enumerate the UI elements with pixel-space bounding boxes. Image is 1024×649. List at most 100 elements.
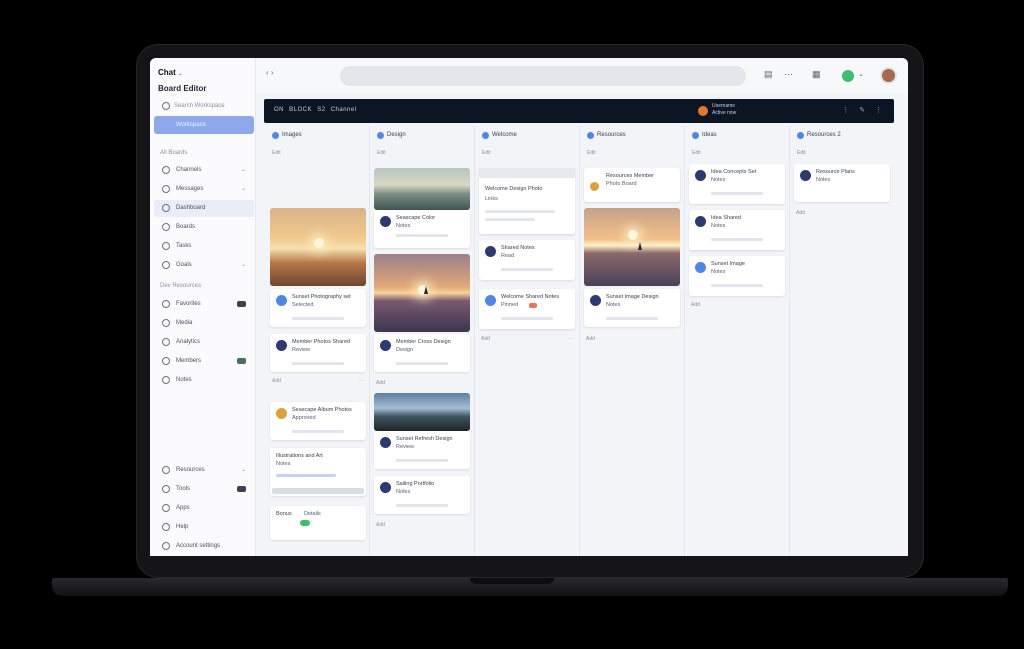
board-actions[interactable]: ⋮ ✎ ⋮	[842, 106, 886, 114]
card[interactable]: Illustrations and Art Notes	[270, 448, 366, 496]
add-link[interactable]: Add	[481, 336, 490, 342]
sidebar-item-label: Resources	[176, 467, 205, 473]
sidebar-item-channels[interactable]: Channels ⌄	[154, 162, 254, 179]
sidebar-item-dashboard[interactable]: Dashboard	[154, 200, 254, 217]
card[interactable]: Member Cross Design Design	[374, 334, 470, 372]
card-subtitle: Notes	[816, 177, 831, 183]
search-input[interactable]	[340, 66, 746, 86]
sidebar-item-messages[interactable]: Messages ⌄	[154, 181, 254, 198]
card[interactable]: Sailing Portfolio Notes	[374, 476, 470, 514]
user-avatar[interactable]	[698, 106, 708, 116]
progress-bar	[396, 459, 448, 462]
card-subtitle: Notes	[606, 302, 621, 308]
add-link[interactable]: Add	[272, 378, 281, 384]
more-icon[interactable]: ⋯	[784, 69, 793, 80]
progress-bar	[292, 430, 344, 433]
chevron-down-icon[interactable]: ⌄	[241, 181, 246, 198]
avatar[interactable]	[882, 69, 895, 82]
nav-arrows[interactable]: ‹ ›	[266, 68, 274, 77]
more-icon[interactable]: ⋯	[568, 336, 573, 342]
column-edit-link[interactable]: Edit	[482, 150, 491, 156]
sunset-photo[interactable]	[374, 254, 470, 332]
wrench-icon	[162, 485, 170, 493]
card[interactable]: Sunset Image Notes	[689, 256, 785, 296]
column-title: Ideas	[692, 132, 717, 139]
card[interactable]: Sunset Image Design Notes	[584, 289, 680, 327]
sidebar-item-goals[interactable]: Goals ⌄	[154, 257, 254, 274]
column-title: Resources	[587, 132, 626, 139]
sunset-photo[interactable]	[584, 208, 680, 286]
sidebar-item-apps[interactable]: Apps	[154, 500, 254, 517]
sidebar-item-favorites[interactable]: Favorites	[154, 296, 254, 313]
card-subtitle: Photo Board	[606, 181, 637, 187]
sidebar-item-media[interactable]: Media	[154, 315, 254, 332]
card[interactable]: Idea Concepts Set Notes	[689, 164, 785, 204]
laptop-scene: Chat ⌄ Board Editor Search Workspace Work…	[0, 0, 1024, 649]
sidebar-item-tasks[interactable]: Tasks	[154, 238, 254, 255]
sidebar-item-members[interactable]: Members	[154, 353, 254, 370]
more-icon[interactable]: ⋯	[358, 378, 363, 384]
count-badge	[237, 486, 246, 492]
sidebar-item-notes[interactable]: Notes	[154, 372, 254, 389]
board-column-images: Images Edit Sunset Photography set Select…	[266, 126, 370, 556]
sidebar: Chat ⌄ Board Editor Search Workspace Work…	[150, 58, 256, 556]
column-edit-link[interactable]: Edit	[587, 150, 596, 156]
column-edit-link[interactable]: Edit	[377, 150, 386, 156]
sidebar-item-account-settings[interactable]: Account settings	[154, 538, 254, 555]
card[interactable]: Sunset Refresh Design Review	[374, 431, 470, 469]
card-subtitle: Details	[304, 511, 321, 517]
sidebar-item-tools[interactable]: Tools	[154, 481, 254, 498]
card-subtitle: Selected	[292, 302, 314, 308]
user-info: Username Active now	[712, 103, 736, 117]
card[interactable]: Member Photos Shared Review	[270, 334, 366, 372]
card[interactable]: Idea Shared Notes	[689, 210, 785, 250]
chevron-down-icon[interactable]: ⌄	[241, 462, 246, 479]
add-link[interactable]: Add	[586, 336, 595, 342]
board-title-part: Channel	[330, 107, 357, 113]
column-edit-link[interactable]: Edit	[692, 150, 701, 156]
card[interactable]: Resources Member Photo Board	[584, 168, 680, 202]
avatar	[695, 262, 706, 273]
card-title: Seascape Album Photos	[292, 407, 352, 413]
sidebar-item-label: Apps	[176, 505, 190, 511]
progress-bar	[711, 238, 763, 241]
add-link[interactable]: Add	[691, 302, 700, 308]
sidebar-item-help[interactable]: Help	[154, 519, 254, 536]
sidebar-item-label: Account settings	[176, 543, 221, 549]
card[interactable]: Welcome Shared Notes Pinned	[479, 289, 575, 329]
toggle-switch[interactable]	[300, 520, 310, 526]
chevron-down-icon[interactable]: ⌄	[178, 71, 183, 77]
chevron-down-icon[interactable]: ⌄	[241, 257, 246, 274]
seascape-photo[interactable]	[374, 168, 470, 210]
card[interactable]: Shared Notes Read	[479, 240, 575, 280]
app-logo[interactable]: Chat ⌄	[158, 68, 183, 77]
card-subtitle: Notes	[711, 269, 726, 275]
sidebar-item-label: Goals	[176, 262, 192, 268]
grid-icon[interactable]: ▦	[812, 69, 821, 80]
card[interactable]: Seascape Color Notes	[374, 210, 470, 248]
card[interactable]: Seascape Album Photos Approved	[270, 402, 366, 440]
add-link[interactable]: Add	[376, 522, 385, 528]
add-link[interactable]: Add	[376, 380, 385, 386]
column-title: Images	[272, 132, 302, 139]
sidebar-item-workspace[interactable]: Workspace	[154, 116, 254, 134]
card[interactable]: Sunset Photography set Selected	[270, 289, 366, 327]
card[interactable]: Welcome Design Photo Links	[479, 168, 575, 234]
progress-bar	[711, 284, 763, 287]
document-icon[interactable]: ▤	[764, 69, 773, 80]
column-edit-link[interactable]: Edit	[797, 150, 806, 156]
card-banner	[479, 168, 575, 178]
add-link[interactable]: Add	[796, 210, 805, 216]
coast-photo[interactable]	[374, 393, 470, 431]
chevron-down-icon[interactable]: ⌄	[858, 70, 864, 78]
sidebar-item-resources[interactable]: Resources ⌄	[154, 462, 254, 479]
card[interactable]: Bonus Details	[270, 506, 366, 540]
card[interactable]: Resource Plans Notes	[794, 164, 890, 202]
chart-icon	[162, 338, 170, 346]
chevron-down-icon[interactable]: ⌄	[241, 162, 246, 179]
sidebar-item-boards[interactable]: Boards	[154, 219, 254, 236]
sunset-photo[interactable]	[270, 208, 366, 286]
sidebar-search[interactable]: Search Workspace	[156, 99, 252, 113]
column-edit-link[interactable]: Edit	[272, 150, 281, 156]
sidebar-item-analytics[interactable]: Analytics	[154, 334, 254, 351]
